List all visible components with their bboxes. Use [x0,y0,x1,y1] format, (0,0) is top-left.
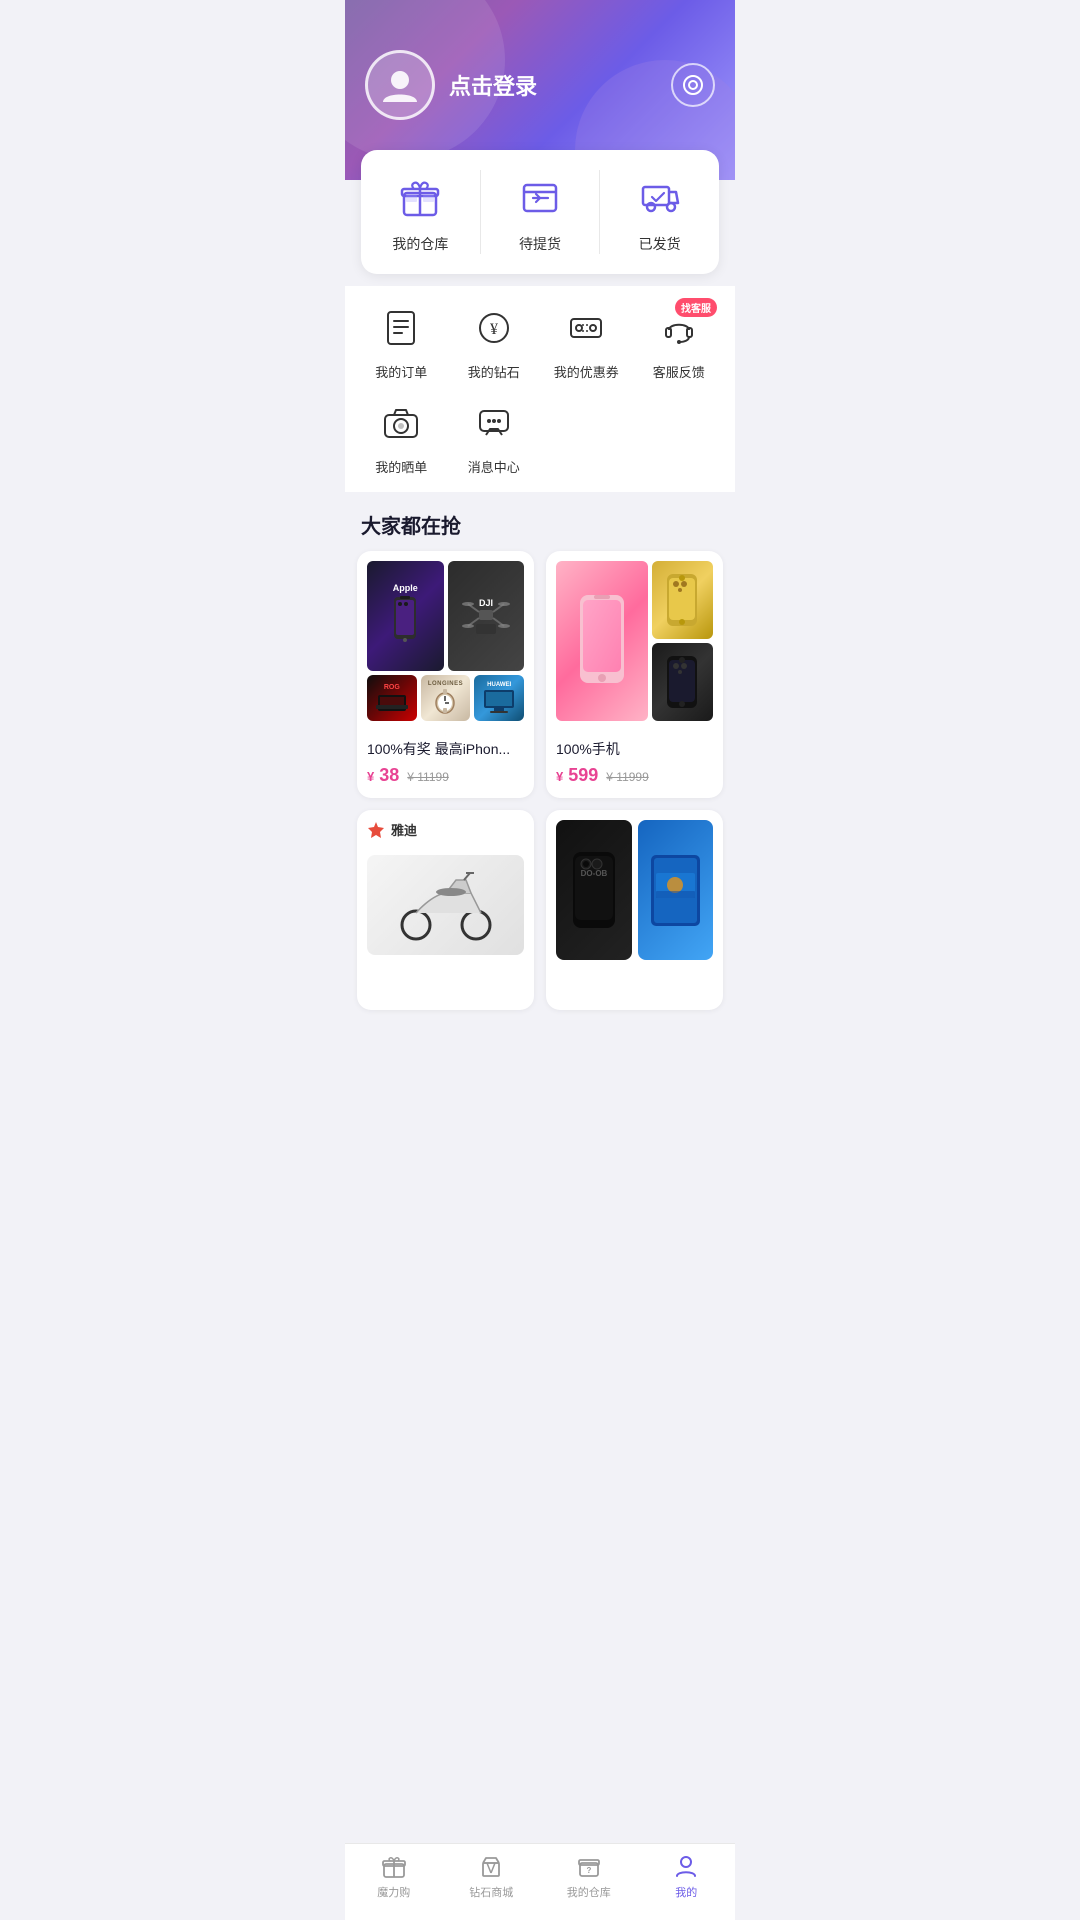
menu-item-coupons[interactable]: 我的优惠券 [540,302,633,381]
bottom-nav: 魔力购 钻石商城 ? 我的仓库 [345,1843,735,1920]
coupons-label: 我的优惠券 [554,362,619,381]
svg-text:DO-OB: DO-OB [580,869,607,878]
menu-section: 我的订单 ¥ 我的钻石 [345,286,735,492]
product-card-4[interactable]: DO-OB [546,810,723,1010]
nav-my-warehouse[interactable]: ? 我的仓库 [540,1852,638,1900]
avatar[interactable] [365,50,435,120]
menu-item-diamonds[interactable]: ¥ 我的钻石 [448,302,541,381]
feedback-label: 客服反馈 [653,362,705,381]
quick-action-shipped[interactable]: 已发货 [600,170,719,254]
quick-actions-card: 我的仓库 待提货 [361,150,719,274]
shipped-icon [633,170,687,224]
diamond-nav-icon [477,1852,505,1880]
message-icon [468,397,520,449]
nav-my-label: 我的 [675,1884,697,1900]
coupon-icon [560,302,612,354]
orders-icon [375,302,427,354]
nav-diamond-mall[interactable]: 钻石商城 [443,1852,541,1900]
nav-warehouse-label: 我的仓库 [567,1884,611,1900]
svg-text:DJI: DJI [479,598,493,608]
hot-section-title: 大家都在抢 [345,492,735,551]
diamonds-label: 我的钻石 [468,362,520,381]
diamond-icon: ¥ [468,302,520,354]
menu-item-messages[interactable]: 消息中心 [448,397,541,476]
product1-original-price: ¥ 11199 [407,770,449,784]
showcase-label: 我的晒单 [375,457,427,476]
orders-label: 我的订单 [375,362,427,381]
nav-magic[interactable]: 魔力购 [345,1852,443,1900]
box-nav-icon: ? [575,1852,603,1880]
gift-nav-icon [380,1852,408,1880]
menu-item-feedback[interactable]: 找客服 客服反馈 [633,302,726,381]
product-card-2[interactable]: 100%手机 ¥ 599 ¥ 11999 [546,551,723,798]
login-text[interactable]: 点击登录 [449,69,537,101]
product2-price: ¥ 599 [556,765,598,786]
nav-diamond-mall-label: 钻石商城 [469,1884,513,1900]
product2-original-price: ¥ 11999 [606,770,649,784]
warehouse-label: 我的仓库 [392,234,448,254]
product-card-1[interactable]: Apple [357,551,534,798]
box-arrow-icon [513,170,567,224]
shipped-label: 已发货 [639,234,681,254]
quick-action-pending[interactable]: 待提货 [481,170,601,254]
product1-price: ¥ 38 [367,765,399,786]
product2-title: 100%手机 [556,739,713,759]
svg-text:?: ? [586,1866,591,1875]
menu-item-orders[interactable]: 我的订单 [355,302,448,381]
camera-icon [375,397,427,449]
product-card-3[interactable]: 雅迪 [357,810,534,1010]
menu-item-showcase[interactable]: 我的晒单 [355,397,448,476]
feedback-badge: 找客服 [675,298,717,317]
product1-title: 100%有奖 最高iPhon... [367,739,524,759]
nav-magic-label: 魔力购 [377,1884,410,1900]
svg-text:¥: ¥ [490,321,498,338]
messages-label: 消息中心 [468,457,520,476]
gift-icon [393,170,447,224]
pending-label: 待提货 [519,234,561,254]
products-grid: Apple [345,551,735,1022]
settings-icon[interactable] [671,63,715,107]
user-nav-icon [672,1852,700,1880]
nav-my[interactable]: 我的 [638,1852,736,1900]
quick-action-warehouse[interactable]: 我的仓库 [361,170,481,254]
